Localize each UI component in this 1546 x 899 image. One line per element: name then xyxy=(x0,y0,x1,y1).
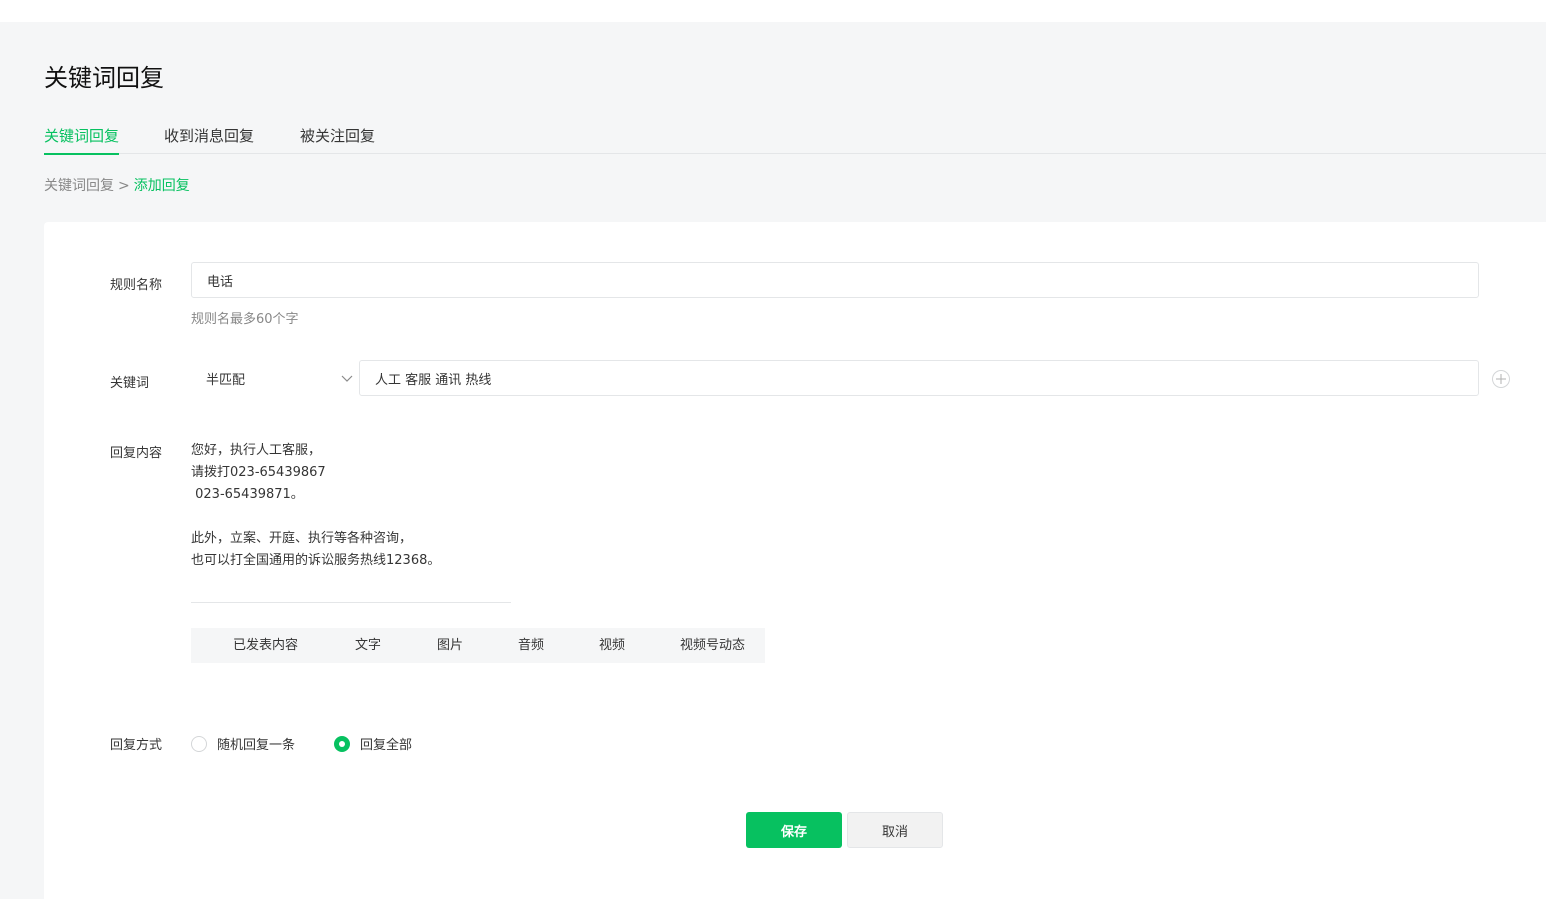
match-mode-value: 半匹配 xyxy=(206,372,246,388)
radio-random-one[interactable]: 随机回复一条 xyxy=(191,734,295,753)
radio-reply-all-label: 回复全部 xyxy=(360,738,413,753)
plus-icon xyxy=(1496,374,1506,384)
media-image[interactable]: 图片 xyxy=(437,628,463,663)
match-mode-select[interactable]: 半匹配 xyxy=(191,360,355,396)
radio-unchecked-icon xyxy=(191,735,207,752)
page-title: 关键词回复 xyxy=(44,64,164,92)
rule-name-label: 规则名称 xyxy=(110,278,163,293)
keyword-input[interactable]: 人工 客服 通讯 热线 xyxy=(359,360,1479,396)
media-type-bar: 已发表内容 文字 图片 音频 视频 视频号动态 xyxy=(191,628,765,663)
rule-name-input[interactable]: 电话 xyxy=(191,262,1479,298)
cancel-button[interactable]: 取消 xyxy=(847,812,943,848)
media-published-content[interactable]: 已发表内容 xyxy=(233,628,298,663)
breadcrumb: 关键词回复 > 添加回复 xyxy=(44,176,190,196)
tab-follow-reply[interactable]: 被关注回复 xyxy=(300,122,375,154)
media-channels-post[interactable]: 视频号动态 xyxy=(680,628,745,663)
reply-mode-label: 回复方式 xyxy=(110,738,163,753)
breadcrumb-current: 添加回复 xyxy=(133,178,190,194)
breadcrumb-separator: > xyxy=(118,178,130,194)
media-text[interactable]: 文字 xyxy=(355,628,381,663)
rule-name-value: 电话 xyxy=(207,274,234,290)
breadcrumb-parent[interactable]: 关键词回复 xyxy=(44,178,114,194)
rule-name-hint: 规则名最多60个字 xyxy=(191,312,299,327)
keyword-value: 人工 客服 通讯 热线 xyxy=(375,372,492,388)
radio-checked-icon xyxy=(334,735,350,752)
tab-bar: 关键词回复 收到消息回复 被关注回复 xyxy=(44,122,1546,155)
plus-circle-icon[interactable] xyxy=(1492,370,1510,388)
media-video[interactable]: 视频 xyxy=(599,628,625,663)
radio-random-one-label: 随机回复一条 xyxy=(217,738,296,753)
radio-reply-all[interactable]: 回复全部 xyxy=(334,734,412,753)
media-audio[interactable]: 音频 xyxy=(518,628,544,663)
form-card: 规则名称 电话 规则名最多60个字 关键词 半匹配 人工 客服 通讯 热线 回复… xyxy=(44,222,1546,899)
keyword-label: 关键词 xyxy=(110,376,150,391)
reply-content-text[interactable]: 您好，执行人工客服， 请拨打023-65439867 023-65439871。… xyxy=(191,440,521,572)
chevron-down-icon xyxy=(341,375,353,382)
tab-message-reply[interactable]: 收到消息回复 xyxy=(164,122,254,154)
page-container: 关键词回复 关键词回复 收到消息回复 被关注回复 关键词回复 > 添加回复 规则名称… xyxy=(0,22,1546,899)
save-button[interactable]: 保存 xyxy=(746,812,842,848)
reply-divider xyxy=(191,602,511,603)
tab-keyword-reply[interactable]: 关键词回复 xyxy=(44,122,120,155)
reply-content-label: 回复内容 xyxy=(110,446,163,461)
